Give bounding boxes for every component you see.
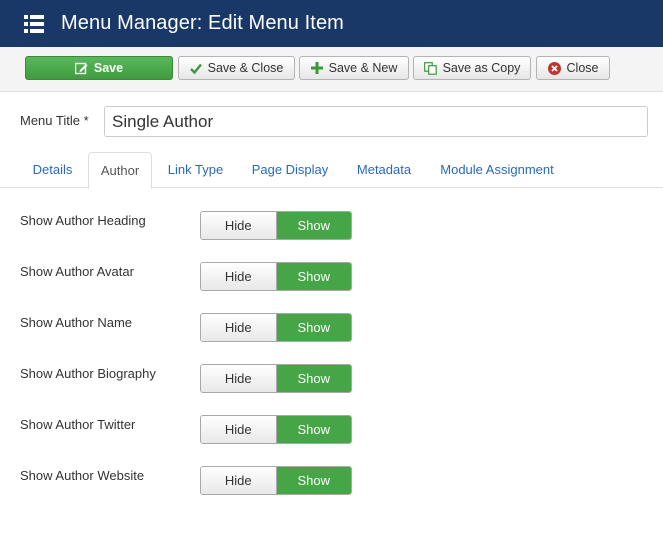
close-label: Close	[566, 61, 599, 75]
tab-page-display[interactable]: Page Display	[240, 152, 340, 188]
show-author-heading-toggle: Hide Show	[200, 211, 352, 240]
page-title: Menu Manager: Edit Menu Item	[61, 12, 344, 34]
menu-title-input[interactable]	[104, 106, 648, 137]
toolbar: Save Save & Close Save & New Save as Cop…	[0, 47, 663, 92]
save-as-copy-label: Save as Copy	[442, 61, 521, 75]
show-button[interactable]: Show	[276, 365, 351, 392]
save-new-label: Save & New	[328, 61, 398, 75]
show-author-avatar-toggle: Hide Show	[200, 262, 352, 291]
option-label: Show Author Twitter	[20, 417, 136, 432]
hide-button[interactable]: Hide	[201, 314, 277, 341]
tab-bar: Details Author Link Type Page Display Me…	[0, 152, 663, 189]
show-author-name-toggle: Hide Show	[200, 313, 352, 342]
option-label: Show Author Heading	[20, 213, 146, 228]
hide-button[interactable]: Hide	[201, 263, 277, 290]
option-row-author-twitter: Show Author Twitter Hide Show	[0, 415, 663, 455]
save-close-button[interactable]: Save & Close	[178, 56, 295, 80]
show-button[interactable]: Show	[276, 314, 351, 341]
hide-button[interactable]: Hide	[201, 467, 277, 494]
option-label: Show Author Website	[20, 468, 145, 483]
option-label: Show Author Avatar	[20, 264, 134, 279]
plus-icon	[310, 62, 323, 74]
show-button[interactable]: Show	[276, 263, 351, 290]
show-button[interactable]: Show	[276, 467, 351, 494]
option-row-author-heading: Show Author Heading Hide Show	[0, 211, 663, 251]
tab-link-type[interactable]: Link Type	[159, 152, 232, 188]
save-label: Save	[93, 61, 124, 75]
hide-button[interactable]: Hide	[201, 416, 277, 443]
hide-button[interactable]: Hide	[201, 212, 277, 239]
tab-module-assignment[interactable]: Module Assignment	[429, 152, 565, 188]
show-button[interactable]: Show	[276, 416, 351, 443]
page-header: Menu Manager: Edit Menu Item	[0, 0, 663, 47]
show-author-twitter-toggle: Hide Show	[200, 415, 352, 444]
option-row-author-name: Show Author Name Hide Show	[0, 313, 663, 353]
list-icon	[24, 14, 44, 33]
option-row-author-avatar: Show Author Avatar Hide Show	[0, 262, 663, 302]
checkmark-icon	[189, 63, 202, 74]
show-author-website-toggle: Hide Show	[200, 466, 352, 495]
option-row-author-biography: Show Author Biography Hide Show	[0, 364, 663, 404]
option-label: Show Author Name	[20, 315, 133, 330]
tab-details[interactable]: Details	[20, 152, 85, 188]
hide-button[interactable]: Hide	[201, 365, 277, 392]
menu-title-label: Menu Title *	[20, 113, 89, 128]
save-button[interactable]: Save	[25, 56, 173, 80]
tab-author[interactable]: Author	[88, 152, 152, 189]
tab-metadata[interactable]: Metadata	[347, 152, 421, 188]
save-as-copy-button[interactable]: Save as Copy	[413, 56, 531, 80]
close-button[interactable]: Close	[536, 56, 610, 80]
save-close-label: Save & Close	[207, 61, 284, 75]
close-circle-icon	[547, 61, 561, 75]
show-author-biography-toggle: Hide Show	[200, 364, 352, 393]
option-label: Show Author Biography	[20, 366, 156, 381]
save-new-button[interactable]: Save & New	[299, 56, 409, 80]
option-row-author-website: Show Author Website Hide Show	[0, 466, 663, 506]
copy-icon	[423, 61, 437, 75]
edit-icon	[74, 62, 88, 74]
show-button[interactable]: Show	[276, 212, 351, 239]
